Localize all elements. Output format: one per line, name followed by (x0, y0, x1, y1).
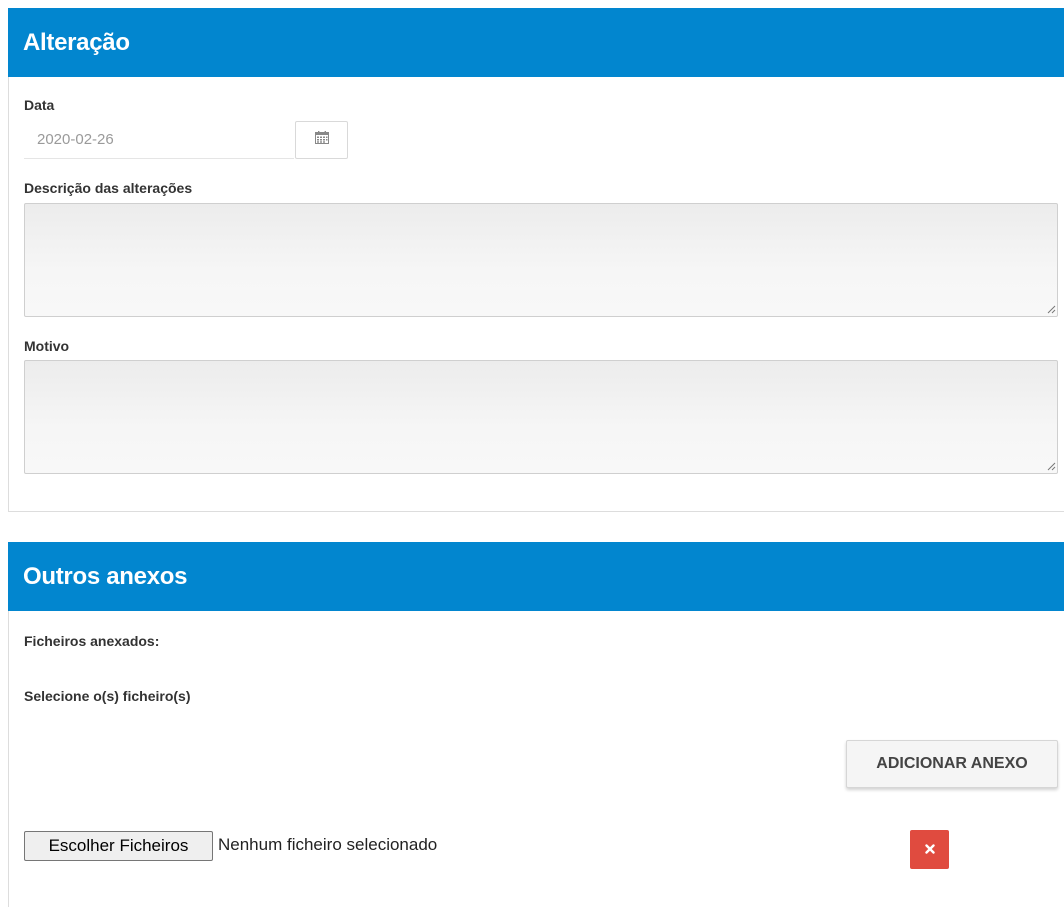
close-icon (924, 841, 935, 859)
date-input[interactable] (24, 121, 294, 159)
calendar-icon (314, 131, 329, 149)
anexos-panel: Outros anexos Ficheiros anexados: Seleci… (8, 542, 1064, 907)
add-attachment-button[interactable]: ADICIONAR ANEXO (846, 740, 1058, 788)
choose-files-button[interactable]: Escolher Ficheiros (24, 831, 213, 861)
select-files-label: Selecione o(s) ficheiro(s) (24, 688, 191, 704)
anexos-header: Outros anexos (8, 542, 1064, 611)
attached-files-label: Ficheiros anexados: (24, 633, 160, 649)
file-status-text: Nenhum ficheiro selecionado (218, 835, 438, 854)
alteracao-header: Alteração (8, 8, 1064, 77)
remove-attachment-button[interactable] (910, 830, 949, 869)
date-picker-button[interactable] (295, 121, 348, 159)
description-label: Descrição das alterações (24, 180, 193, 196)
date-label: Data (24, 97, 55, 113)
resize-grip-icon[interactable] (1046, 304, 1056, 314)
description-textarea[interactable] (24, 203, 1058, 317)
alteracao-panel: Alteração Data 2020-02-26 Descrição das … (8, 8, 1064, 512)
description-wrapper (9, 203, 1064, 317)
reason-label: Motivo (24, 338, 70, 354)
reason-textarea[interactable] (24, 360, 1058, 474)
resize-grip-icon[interactable] (1046, 461, 1056, 471)
reason-wrapper (9, 360, 1064, 474)
